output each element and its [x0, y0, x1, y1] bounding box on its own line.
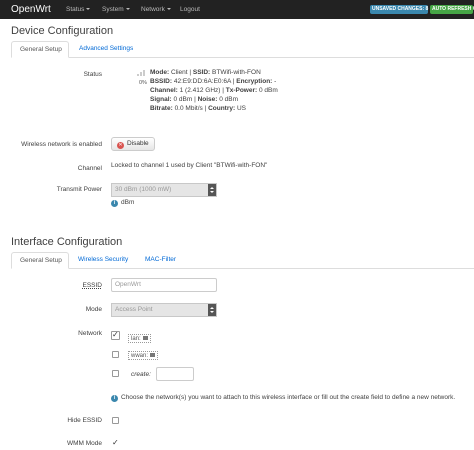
network-wwan-checkbox[interactable]: [112, 351, 119, 358]
mode-select[interactable]: Access Point: [111, 303, 217, 317]
unsaved-changes-badge[interactable]: UNSAVED CHANGES: 8: [370, 5, 428, 14]
disable-button[interactable]: ✕ Disable: [111, 137, 155, 151]
status-label: Status: [83, 71, 102, 78]
checkmark-icon: ✓: [112, 330, 119, 339]
select-arrows-icon: [208, 184, 216, 196]
wmm-mode-checkbox[interactable]: ✓: [112, 439, 119, 447]
menu-status[interactable]: Status: [66, 6, 91, 13]
network-lan-tag: lan:: [128, 334, 151, 343]
network-label: Network: [78, 330, 102, 337]
channel-value: Locked to channel 1 used by Client "BTWi…: [111, 162, 268, 169]
device-config-title: Device Configuration: [11, 25, 114, 37]
tab-advanced-settings[interactable]: Advanced Settings: [71, 41, 141, 58]
menu-system[interactable]: System: [102, 6, 130, 13]
hide-essid-checkbox[interactable]: [112, 417, 119, 424]
essid-label: ESSID: [82, 282, 102, 289]
wireless-enabled-label: Wireless network is enabled: [21, 141, 102, 148]
chevron-down-icon: [125, 8, 130, 10]
auto-refresh-badge[interactable]: AUTO REFRESH ON: [430, 5, 474, 14]
interface-config-title: Interface Configuration: [11, 236, 123, 248]
network-icon: [150, 353, 156, 357]
transmit-power-unit: dBm: [121, 199, 135, 206]
navbar: OpenWrt Status System Network Logout UNS…: [0, 0, 474, 19]
network-wwan-tag: wwan:: [128, 351, 159, 360]
status-line: Bitrate: 0.0 Mbit/s | Country: US: [150, 105, 246, 112]
mode-label: Mode: [85, 306, 102, 313]
chevron-down-icon: [166, 8, 171, 10]
menu-network[interactable]: Network: [141, 6, 171, 13]
transmit-power-select[interactable]: 30 dBm (1000 mW): [111, 183, 217, 197]
brand-logo[interactable]: OpenWrt: [11, 4, 51, 15]
create-network-input[interactable]: [156, 367, 194, 381]
wmm-mode-label: WMM Mode: [66, 440, 102, 447]
status-line: BSSID: 42:E9:DD:6A:E0:6A | Encryption: -: [150, 78, 277, 85]
essid-input[interactable]: OpenWrt: [111, 278, 217, 292]
menu-logout[interactable]: Logout: [180, 6, 200, 13]
chevron-down-icon: [86, 8, 91, 10]
network-icon: [142, 336, 148, 340]
status-line: Mode: Client | SSID: BTWifi-with-FON: [150, 69, 261, 76]
device-tabbar: General Setup Advanced Settings: [11, 41, 474, 58]
status-line: Channel: 1 (2.412 GHz) | Tx-Power: 0 dBm: [150, 87, 278, 94]
status-line: Signal: 0 dBm | Noise: 0 dBm: [150, 96, 239, 103]
status-details: Mode: Client | SSID: BTWifi-with-FON BSS…: [150, 68, 470, 113]
channel-label: Channel: [77, 165, 102, 172]
network-hint: Choose the network(s) you want to attach…: [121, 394, 456, 401]
close-icon: ✕: [117, 142, 124, 149]
hide-essid-label: Hide ESSID: [67, 417, 102, 424]
network-create-checkbox[interactable]: [112, 370, 119, 377]
signal-percent: 0%: [139, 80, 147, 86]
tab-wireless-security[interactable]: Wireless Security: [70, 252, 136, 269]
select-arrows-icon: [208, 304, 216, 316]
info-icon: i: [111, 395, 118, 402]
signal-icon: [137, 68, 147, 76]
tab-general-setup[interactable]: General Setup: [11, 41, 69, 58]
tab-mac-filter[interactable]: MAC-Filter: [137, 252, 184, 269]
tab-general-setup[interactable]: General Setup: [11, 252, 69, 269]
interface-tabbar: General Setup Wireless Security MAC-Filt…: [11, 252, 474, 269]
create-label: create:: [131, 371, 151, 378]
info-icon: i: [111, 200, 118, 207]
transmit-power-label: Transmit Power: [56, 186, 102, 193]
